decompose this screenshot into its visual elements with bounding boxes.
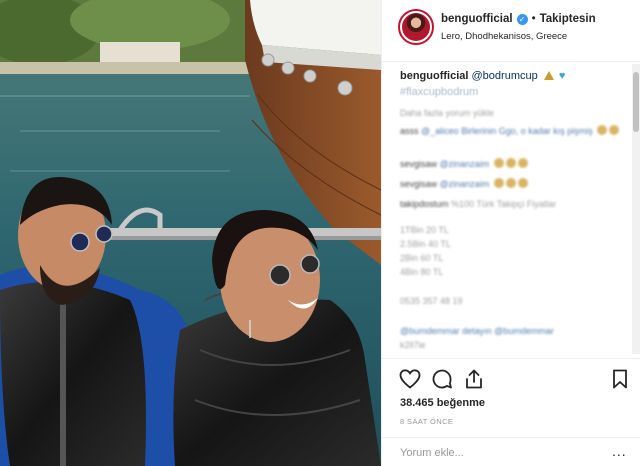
separator-dot: • [531, 13, 536, 25]
more-options-icon[interactable]: ... [612, 443, 627, 459]
comment-username[interactable]: asss [400, 126, 419, 136]
emoji-icon [493, 178, 504, 188]
load-more-comments-button[interactable]: Daha fazla yorum yükle [400, 107, 494, 119]
add-comment-bar: Yorum ekle... ... [382, 437, 640, 466]
bookmark-icon[interactable] [608, 367, 632, 391]
comment-text: 2Bin 60 TL [400, 253, 444, 263]
comment-icon[interactable] [430, 367, 454, 391]
comment-username[interactable]: sevgisaw [400, 159, 437, 169]
comment-username[interactable]: sevgisaw [400, 179, 437, 189]
post-actions: 38.465 beğenme 8 SAAT ÖNCE Yorum ekle...… [382, 358, 640, 466]
emoji-icon [505, 158, 516, 168]
comment-text: @zinanzaim [439, 159, 490, 169]
add-comment-input[interactable]: Yorum ekle... [400, 447, 464, 459]
comment-text: 0535 357 48 19 [400, 296, 463, 306]
instagram-post-view: benguofficial ✓ • Takiptesin Lero, Dhodh… [0, 0, 640, 466]
comments-scrollbar-thumb[interactable] [633, 72, 639, 132]
sailboat-emoji-icon [543, 71, 554, 80]
emoji-icon [597, 125, 608, 135]
comment-text: @zinanzaim [439, 179, 490, 189]
emoji-icon [493, 158, 504, 168]
post-photo-image [0, 0, 381, 466]
follow-status-button[interactable]: Takiptesin [540, 13, 596, 25]
caption-mention-link[interactable]: @bodrumcup [472, 70, 538, 82]
username-link[interactable]: benguofficial [441, 13, 513, 25]
comment-item: sevgisaw @zinanzaim [400, 158, 528, 170]
comment-text: 4Bin 80 TL [400, 267, 444, 277]
post-header: benguofficial ✓ • Takiptesin Lero, Dhodh… [382, 0, 640, 62]
comment-text: 1TBin 20 TL [400, 225, 449, 235]
avatar[interactable] [398, 9, 434, 45]
comment-item: takipdostum %100 Türk Takipçi Fiyatlar [400, 198, 556, 210]
header-user-row: benguofficial ✓ • Takiptesin [441, 13, 596, 25]
comment-username[interactable]: takipdostum [400, 199, 449, 209]
location-link[interactable]: Lero, Dhodhekanisos, Greece [441, 31, 567, 42]
comments-list[interactable]: benguofficial @bodrumcup ♥ #flaxcupbodru… [382, 63, 640, 358]
post-side-panel: benguofficial ✓ • Takiptesin Lero, Dhodh… [381, 0, 640, 466]
post-photo[interactable] [0, 0, 381, 466]
comment-item: sevgisaw @zinanzaim [400, 178, 528, 190]
comment-text: @bumdemmar detayın @bumdemmar [400, 326, 554, 336]
emoji-icon [517, 158, 528, 168]
emoji-icon [505, 178, 516, 188]
post-timestamp[interactable]: 8 SAAT ÖNCE [400, 417, 453, 426]
caption-username-link[interactable]: benguofficial [400, 70, 468, 82]
emoji-icon [609, 125, 620, 135]
heart-icon[interactable] [398, 367, 422, 391]
caption: benguofficial @bodrumcup ♥ #flaxcupbodru… [400, 69, 628, 99]
caption-hashtag-link[interactable]: #flaxcupbodrum [400, 85, 628, 99]
verified-badge-icon: ✓ [516, 13, 528, 25]
comment-text: %100 Türk Takipçi Fiyatlar [451, 199, 557, 209]
comment-text: 2.5Bin 40 TL [400, 239, 451, 249]
comment-text: k2ll7ie [400, 340, 426, 350]
emoji-icon [517, 178, 528, 188]
share-icon[interactable] [462, 367, 486, 391]
avatar-image [402, 13, 430, 41]
comment-item: asss @_aliceo Birlerinin Ggo, o kadar kı… [400, 125, 620, 137]
comment-text: @_aliceo Birlerinin Ggo, o kadar kış piş… [421, 126, 593, 136]
likes-count-button[interactable]: 38.465 beğenme [400, 397, 485, 409]
blue-heart-emoji-icon: ♥ [558, 70, 566, 82]
